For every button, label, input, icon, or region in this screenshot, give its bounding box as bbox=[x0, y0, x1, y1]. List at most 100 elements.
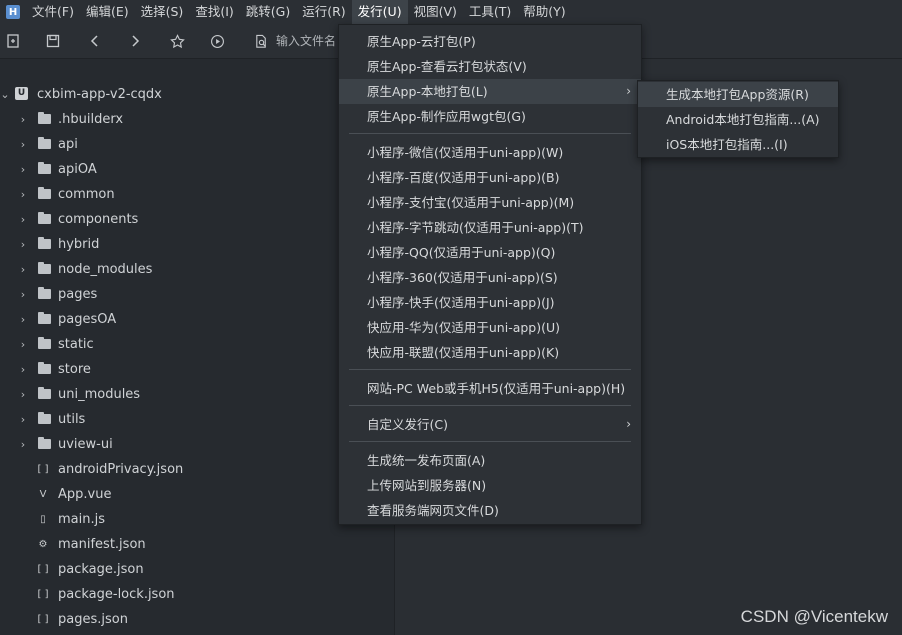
publish-menu-dropdown: 原生App-云打包(P) 原生App-查看云打包状态(V) 原生App-本地打包… bbox=[338, 24, 642, 525]
file-search-input[interactable]: 输入文件名 bbox=[276, 29, 346, 53]
folder-icon bbox=[38, 387, 51, 399]
menu-item-mp-weixin[interactable]: 小程序-微信(仅适用于uni-app)(W) bbox=[339, 140, 641, 165]
menu-help[interactable]: 帮助(Y) bbox=[517, 0, 571, 24]
menu-item-label: 自定义发行(C) bbox=[367, 417, 448, 432]
js-icon: ▯ bbox=[40, 514, 46, 525]
menu-separator bbox=[349, 133, 631, 134]
tree-root-label: cxbim-app-v2-cqdx bbox=[37, 87, 162, 102]
json-icon: [ ] bbox=[37, 564, 49, 575]
folder-label: hybrid bbox=[58, 237, 100, 252]
folder-label: pages bbox=[58, 287, 98, 302]
chevron-right-icon[interactable]: › bbox=[18, 307, 28, 332]
menu-item-android-local-guide[interactable]: Android本地打包指南...(A) bbox=[638, 107, 838, 132]
chevron-right-icon: › bbox=[626, 84, 631, 98]
folder-label: uview-ui bbox=[58, 437, 113, 452]
menu-item-quickapp-union[interactable]: 快应用-联盟(仅适用于uni-app)(K) bbox=[339, 340, 641, 365]
menu-separator bbox=[349, 405, 631, 406]
back-icon[interactable] bbox=[84, 30, 106, 52]
folder-icon bbox=[38, 287, 51, 299]
chevron-right-icon[interactable]: › bbox=[18, 182, 28, 207]
chevron-right-icon[interactable]: › bbox=[18, 357, 28, 382]
chevron-right-icon[interactable]: › bbox=[18, 282, 28, 307]
menu-bar: H 文件(F) 编辑(E) 选择(S) 查找(I) 跳转(G) 运行(R) 发行… bbox=[0, 0, 902, 24]
menu-item-generate-publish-page[interactable]: 生成统一发布页面(A) bbox=[339, 448, 641, 473]
json-icon: [ ] bbox=[37, 589, 49, 600]
file-label: manifest.json bbox=[58, 537, 146, 552]
menu-item-app-wgt[interactable]: 原生App-制作应用wgt包(G) bbox=[339, 104, 641, 129]
menu-item-mp-toutiao[interactable]: 小程序-字节跳动(仅适用于uni-app)(T) bbox=[339, 215, 641, 240]
menu-view[interactable]: 视图(V) bbox=[408, 0, 463, 24]
folder-label: store bbox=[58, 362, 91, 377]
menu-item-h5[interactable]: 网站-PC Web或手机H5(仅适用于uni-app)(H) bbox=[339, 376, 641, 401]
manifest-icon: ⚙ bbox=[38, 539, 48, 550]
file-label: App.vue bbox=[58, 487, 112, 502]
folder-icon bbox=[38, 187, 51, 199]
folder-label: pagesOA bbox=[58, 312, 117, 327]
vue-icon: V bbox=[39, 489, 47, 500]
chevron-right-icon[interactable]: › bbox=[18, 132, 28, 157]
menu-tools[interactable]: 工具(T) bbox=[463, 0, 517, 24]
folder-icon bbox=[38, 112, 51, 124]
new-file-icon[interactable] bbox=[2, 30, 24, 52]
chevron-right-icon[interactable]: › bbox=[18, 382, 28, 407]
file-label: package.json bbox=[58, 562, 144, 577]
menu-publish[interactable]: 发行(U) bbox=[351, 0, 408, 24]
chevron-right-icon[interactable]: › bbox=[18, 157, 28, 182]
chevron-right-icon[interactable]: › bbox=[18, 232, 28, 257]
menu-item-label: 原生App-本地打包(L) bbox=[367, 84, 488, 99]
save-icon[interactable] bbox=[42, 30, 64, 52]
project-icon: U bbox=[15, 87, 28, 100]
folder-label: uni_modules bbox=[58, 387, 141, 402]
menu-item-view-server-files[interactable]: 查看服务端网页文件(D) bbox=[339, 498, 641, 523]
chevron-right-icon[interactable]: › bbox=[18, 257, 28, 282]
folder-icon bbox=[38, 412, 51, 424]
project-explorer: ⌄ U cxbim-app-v2-cqdx › .hbuilderx › api ›… bbox=[0, 59, 393, 635]
menu-item-custom-publish[interactable]: 自定义发行(C) › bbox=[339, 412, 641, 437]
menu-item-quickapp-huawei[interactable]: 快应用-华为(仅适用于uni-app)(U) bbox=[339, 315, 641, 340]
menu-item-ios-local-guide[interactable]: iOS本地打包指南...(I) bbox=[638, 132, 838, 157]
menu-item-mp-360[interactable]: 小程序-360(仅适用于uni-app)(S) bbox=[339, 265, 641, 290]
json-icon: [ ] bbox=[37, 464, 49, 475]
folder-label: apiOA bbox=[58, 162, 97, 177]
menu-item-app-cloud-status[interactable]: 原生App-查看云打包状态(V) bbox=[339, 54, 641, 79]
folder-icon bbox=[38, 337, 51, 349]
chevron-right-icon[interactable]: › bbox=[18, 107, 28, 132]
menu-item-mp-kuaishou[interactable]: 小程序-快手(仅适用于uni-app)(J) bbox=[339, 290, 641, 315]
file-search-icon[interactable] bbox=[250, 30, 272, 52]
folder-icon bbox=[38, 137, 51, 149]
hbuilderx-logo-icon: H bbox=[6, 5, 20, 19]
menu-item-generate-local-resources[interactable]: 生成本地打包App资源(R) bbox=[638, 82, 838, 107]
menu-separator bbox=[349, 441, 631, 442]
menu-run[interactable]: 运行(R) bbox=[296, 0, 351, 24]
menu-item-mp-alipay[interactable]: 小程序-支付宝(仅适用于uni-app)(M) bbox=[339, 190, 641, 215]
menu-select[interactable]: 选择(S) bbox=[135, 0, 190, 24]
folder-icon bbox=[38, 212, 51, 224]
chevron-down-icon[interactable]: ⌄ bbox=[0, 82, 10, 107]
forward-icon[interactable] bbox=[124, 30, 146, 52]
folder-label: .hbuilderx bbox=[58, 112, 124, 127]
menu-edit[interactable]: 编辑(E) bbox=[80, 0, 135, 24]
local-pack-submenu: 生成本地打包App资源(R) Android本地打包指南...(A) iOS本地… bbox=[637, 80, 839, 158]
file-label: package-lock.json bbox=[58, 587, 175, 602]
chevron-right-icon[interactable]: › bbox=[18, 332, 28, 357]
run-icon[interactable] bbox=[206, 30, 228, 52]
folder-label: static bbox=[58, 337, 94, 352]
folder-label: utils bbox=[58, 412, 86, 427]
folder-label: common bbox=[58, 187, 115, 202]
chevron-right-icon[interactable]: › bbox=[18, 407, 28, 432]
chevron-right-icon[interactable]: › bbox=[18, 432, 28, 457]
star-icon[interactable] bbox=[166, 30, 188, 52]
folder-icon bbox=[38, 237, 51, 249]
menu-file[interactable]: 文件(F) bbox=[26, 0, 80, 24]
menu-goto[interactable]: 跳转(G) bbox=[240, 0, 296, 24]
chevron-right-icon[interactable]: › bbox=[18, 207, 28, 232]
menu-item-app-local-pack[interactable]: 原生App-本地打包(L) › bbox=[339, 79, 641, 104]
menu-item-mp-qq[interactable]: 小程序-QQ(仅适用于uni-app)(Q) bbox=[339, 240, 641, 265]
menu-find[interactable]: 查找(I) bbox=[189, 0, 239, 24]
file-label: androidPrivacy.json bbox=[58, 462, 184, 477]
folder-icon bbox=[38, 437, 51, 449]
menu-item-mp-baidu[interactable]: 小程序-百度(仅适用于uni-app)(B) bbox=[339, 165, 641, 190]
menu-item-app-cloud-pack[interactable]: 原生App-云打包(P) bbox=[339, 29, 641, 54]
menu-item-upload-website[interactable]: 上传网站到服务器(N) bbox=[339, 473, 641, 498]
folder-icon bbox=[38, 362, 51, 374]
